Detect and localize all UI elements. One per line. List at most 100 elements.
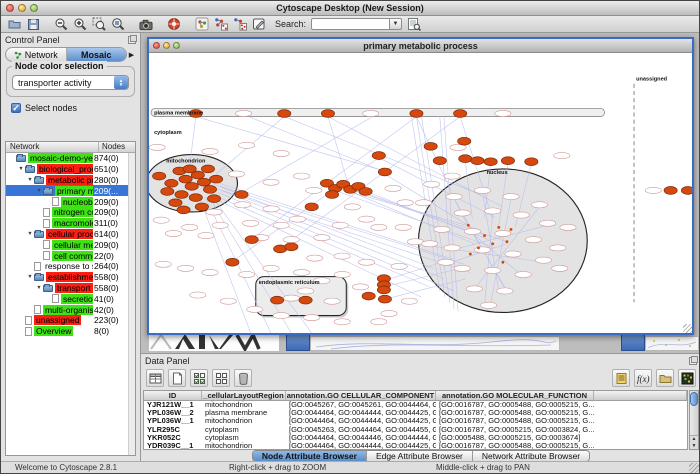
zoom-selected-button[interactable] <box>92 17 106 31</box>
attribute-table-button[interactable] <box>146 369 164 387</box>
column-header-empty[interactable] <box>594 391 687 400</box>
expander-icon[interactable]: ▼ <box>26 274 34 280</box>
tree-row-transport[interactable]: ▼transport558(0) <box>6 283 135 294</box>
expander-icon[interactable]: ▼ <box>26 177 34 183</box>
apply-layout-alt-button[interactable] <box>233 17 247 31</box>
compartment-label-nucleus: nucleus <box>487 170 508 176</box>
tree-row-primary-metabo[interactable]: ▼primary metabo209(... <box>6 185 135 196</box>
function-builder-button[interactable]: f(x) <box>634 369 652 387</box>
select-nodes-checkbox[interactable]: ✓ <box>11 103 21 113</box>
tree-row-biological-process[interactable]: ▼biological_process651(0) <box>6 164 135 175</box>
tab-network[interactable]: Network <box>6 48 67 61</box>
gene-node <box>177 206 190 214</box>
column-header-annotation-go-molecular-function[interactable]: annotation.GO MOLECULAR_FUNCTION <box>436 391 594 400</box>
unselect-attributes-button[interactable] <box>212 369 230 387</box>
network-canvas[interactable]: plasma membranecytoplasmmitochondrionnuc… <box>149 53 692 333</box>
tree-column-network[interactable]: Network <box>6 142 99 152</box>
attribute-search-icon <box>407 17 421 31</box>
table-scrollbar-arrows[interactable]: ▲▼ <box>690 435 698 449</box>
network-tree-header: Network Nodes <box>6 142 135 153</box>
tree-row-multi-organism-pro[interactable]: multi-organism pro42(0) <box>6 304 135 315</box>
tree-row-secretion[interactable]: secretion41(0) <box>6 293 135 304</box>
expander-icon[interactable]: ▼ <box>35 285 43 291</box>
advanced-search-button[interactable] <box>407 17 421 31</box>
apply-layout-button[interactable] <box>214 17 228 31</box>
open-session-button[interactable] <box>7 17 21 31</box>
expander-icon[interactable]: ▼ <box>26 231 34 237</box>
tree-row-establishment-of-lo[interactable]: ▼establishment of lo558(0) <box>6 272 135 283</box>
tab-edge-attribute-browser[interactable]: Edge Attribute Browser <box>367 451 473 461</box>
table-row-ykr052c[interactable]: YKR052Ccytoplasm[GO:0044464, GO:0044446,… <box>144 434 687 442</box>
tree-row-metabolic-process[interactable]: ▼metabolic process280(0) <box>6 175 135 186</box>
table-cell: YLR295C <box>144 426 202 434</box>
compartment-label-unassigned: unassigned <box>636 77 668 83</box>
column-header-id[interactable]: ID <box>144 391 202 400</box>
folder-icon <box>43 285 53 292</box>
float-panel-icon[interactable] <box>128 36 136 44</box>
vizmapper-button[interactable] <box>195 17 209 31</box>
expander-icon[interactable]: ▼ <box>35 188 43 194</box>
help-button[interactable] <box>167 17 181 31</box>
attribute-matrix-button[interactable] <box>678 369 696 387</box>
table-row-ypl036w-2[interactable]: YPL036W__2plasma membrane[GO:0044464, GO… <box>144 409 687 417</box>
table-row-ylr295c[interactable]: YLR295Ccytoplasm[GO:0045263, GO:0044464,… <box>144 426 687 434</box>
column-header-cellularlayoutregion[interactable]: _cellularLayoutRegion <box>202 391 286 400</box>
save-session-button[interactable] <box>26 17 40 31</box>
tree-row-response-to-stimul[interactable]: response to stimul264(0) <box>6 261 135 272</box>
zoom-in-button[interactable] <box>73 17 87 31</box>
search-dropdown-button[interactable]: ▼ <box>389 18 402 30</box>
zoom-out-button[interactable] <box>54 17 68 31</box>
tree-row-nucleobase[interactable]: nucleobase-209(0) <box>6 196 135 207</box>
tree-row-overview[interactable]: Overview8(0) <box>6 326 135 337</box>
new-attribute-button[interactable] <box>168 369 186 387</box>
network-window-titlebar[interactable]: primary metabolic process <box>149 39 692 53</box>
window-resize-grip[interactable] <box>689 463 699 473</box>
tab-node-attribute-browser[interactable]: Node Attribute Browser <box>253 451 367 461</box>
import-attributes-button[interactable] <box>656 369 674 387</box>
gene-label-node <box>235 110 251 116</box>
gene-label-node <box>202 269 218 275</box>
gene-label-node <box>228 171 244 177</box>
window-resize-grip[interactable] <box>683 324 692 333</box>
zoom-fit-button[interactable] <box>111 17 125 31</box>
annotation-button[interactable] <box>252 17 266 31</box>
tree-row-cell-communicat[interactable]: cell communicat22(0) <box>6 250 135 261</box>
tab-network-attribute-browser[interactable]: Network Attribute Browser <box>473 451 589 461</box>
tree-row-macromolecule[interactable]: macromolecule311(0) <box>6 218 135 229</box>
table-row-ypl036w-1[interactable]: YPL036W__1mitochondrion[GO:0044464, GO:0… <box>144 417 687 425</box>
table-scrollbar-thumb[interactable] <box>690 392 698 406</box>
select-attributes-button[interactable] <box>190 369 208 387</box>
float-panel-icon[interactable] <box>689 357 697 365</box>
export-image-button[interactable] <box>139 17 153 31</box>
tree-row-nitrogen-compo[interactable]: nitrogen compo209(0) <box>6 207 135 218</box>
minimize-button[interactable] <box>18 4 26 12</box>
network-close-button[interactable] <box>153 42 160 49</box>
tab-scroll-right-icon[interactable]: ▶ <box>127 51 136 59</box>
search-input[interactable] <box>311 18 389 30</box>
expander-icon[interactable]: ▼ <box>17 166 25 172</box>
zoom-button[interactable] <box>30 4 38 12</box>
file-icon <box>52 197 59 206</box>
tree-row-mosaic-demo-yeast[interactable]: mosaic-demo-yeast874(0) <box>6 153 135 164</box>
tree-scrollbar[interactable] <box>128 153 135 455</box>
attribute-list-button[interactable] <box>612 369 630 387</box>
tab-mosaic[interactable]: Mosaic <box>67 48 127 61</box>
gene-label-node <box>391 263 407 269</box>
table-scrollbar[interactable]: ▲▼ <box>689 390 699 450</box>
tree-row-unassigned[interactable]: unassigned223(0) <box>6 315 135 326</box>
tree-column-nodes[interactable]: Nodes <box>99 142 135 152</box>
tree-row-cellular-process[interactable]: ▼cellular process614(0) <box>6 229 135 240</box>
node-color-select[interactable]: transporter activity ▲▼ <box>12 75 129 90</box>
network-minimize-button[interactable] <box>163 42 170 49</box>
background-window-fragment <box>310 336 560 351</box>
gene-label-node <box>474 247 490 253</box>
gene-label-node <box>531 202 547 208</box>
column-header-annotation-go-cellular-component[interactable]: annotation.GO CELLULAR_COMPONENT <box>286 391 436 400</box>
edge <box>196 117 381 170</box>
tree-row-cellular-metabo[interactable]: cellular metabo209(0) <box>6 239 135 250</box>
table-row-yjr121w-1[interactable]: YJR121W__1mitochondrion[GO:0045267, GO:0… <box>144 401 687 409</box>
network-zoom-button[interactable] <box>173 42 180 49</box>
delete-attribute-button[interactable] <box>234 369 252 387</box>
close-button[interactable] <box>6 4 14 12</box>
data-panel: Data Panel f(x) ID_cellularLayoutRegiona… <box>141 353 700 463</box>
